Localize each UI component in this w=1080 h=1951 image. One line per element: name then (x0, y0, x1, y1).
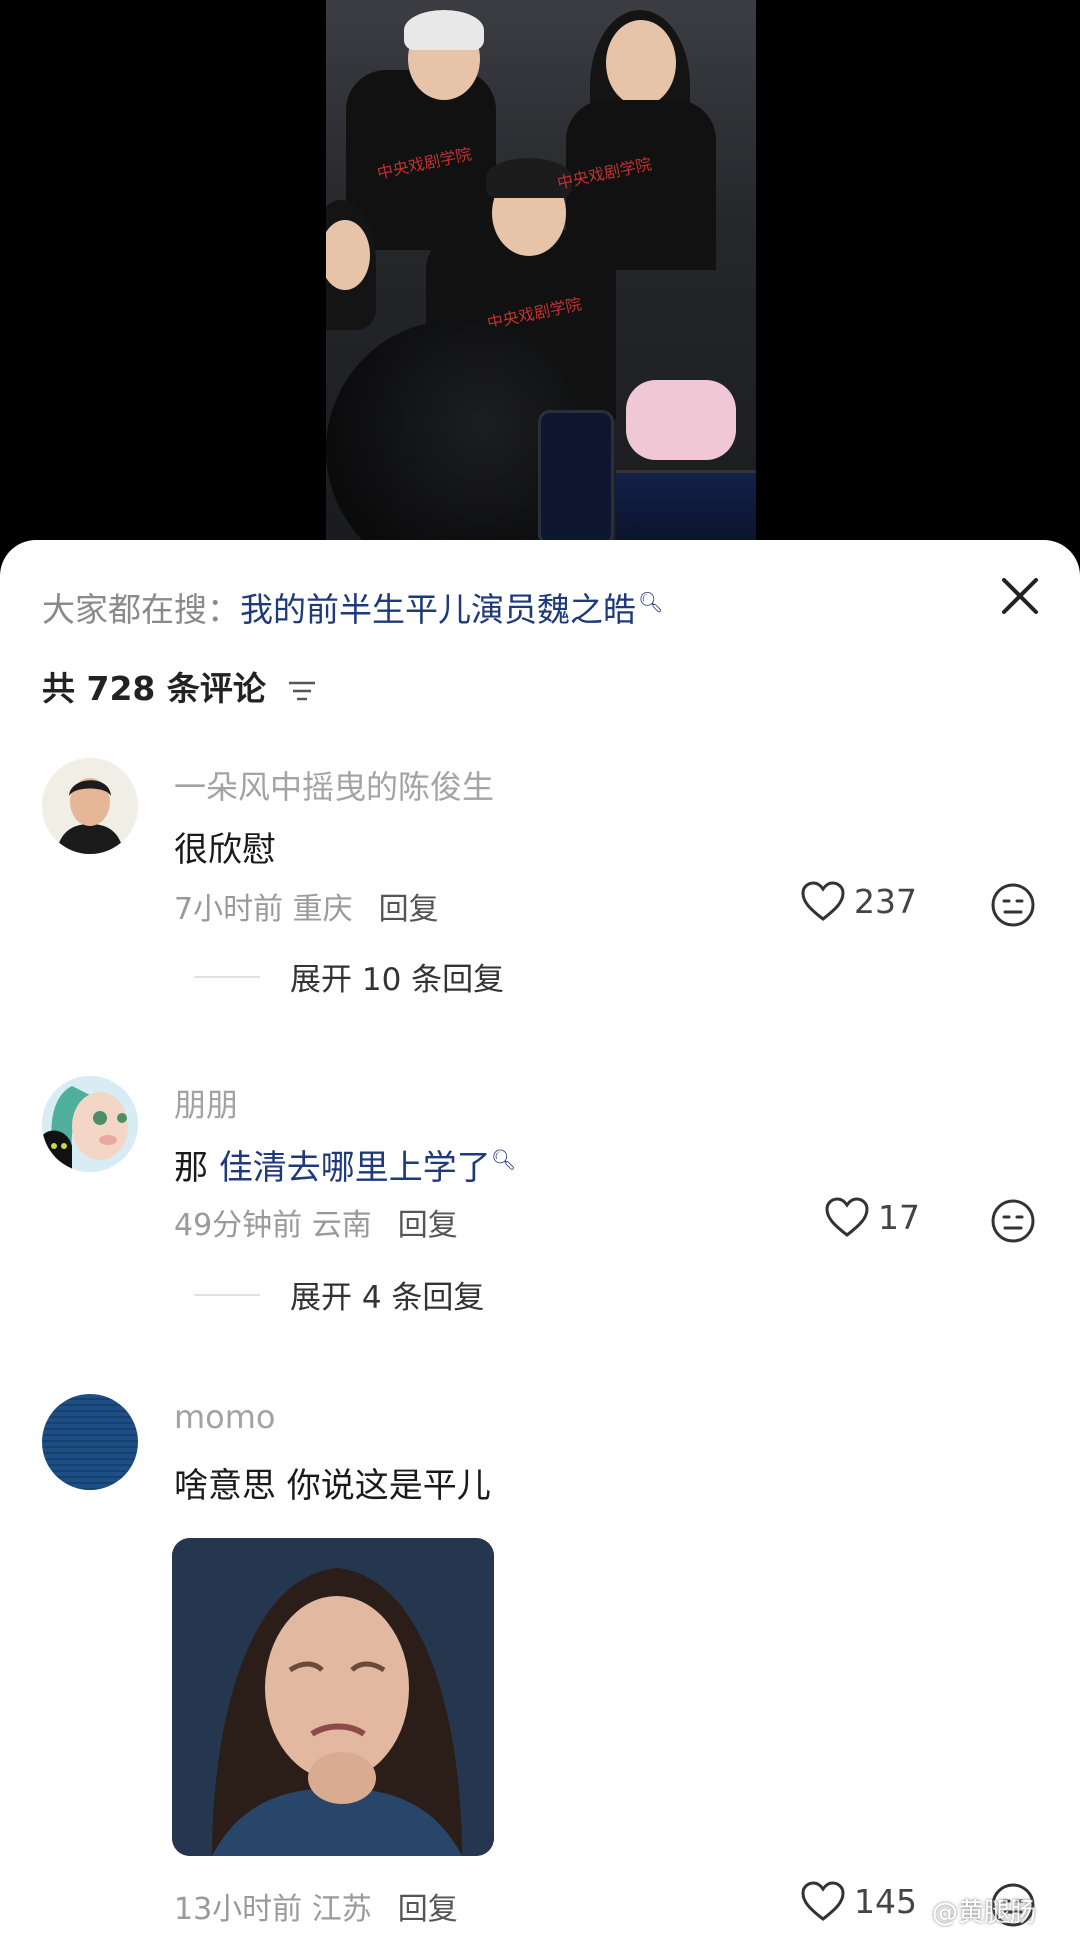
comment-username[interactable]: momo (174, 1398, 276, 1436)
like-count: 17 (878, 1197, 920, 1237)
like-button[interactable]: 17 (824, 1196, 920, 1238)
expand-replies[interactable]: 展开 4 条回复 (194, 1272, 484, 1317)
comment-meta: 13小时前 江苏 回复 (174, 1884, 458, 1928)
reply-button[interactable]: 回复 (398, 1892, 458, 1927)
heart-icon (801, 1881, 845, 1921)
expand-replies-label[interactable]: 展开 10 条回复 (290, 954, 504, 999)
pink-figure (626, 380, 736, 460)
hot-search-bar[interactable]: 大家都在搜：我的前半生平儿演员魏之皓 🔍︎ (42, 580, 663, 632)
avatar[interactable] (42, 758, 138, 854)
expand-replies[interactable]: 展开 10 条回复 (194, 954, 504, 999)
avatar[interactable] (42, 1394, 138, 1490)
comment-text: 啥意思 你说这是平儿 (174, 1466, 491, 1506)
dislike-icon[interactable] (990, 1198, 1036, 1244)
comment-image[interactable] (172, 1538, 494, 1856)
comment-meta: 7小时前 重庆 回复 (174, 884, 439, 928)
comment-time-location: 13小时前 江苏 (174, 1892, 372, 1927)
comment-text-prefix: 那 (174, 1148, 219, 1188)
comment-search-link[interactable]: 佳清去哪里上学了 (219, 1148, 491, 1188)
like-count: 237 (854, 881, 917, 921)
comment-text: 那 佳清去哪里上学了🔍︎ (174, 1140, 516, 1189)
comment-text: 很欣慰 (174, 830, 276, 870)
heart-icon (825, 1197, 869, 1237)
avatar[interactable] (42, 1076, 138, 1172)
comment-time-location: 49分钟前 云南 (174, 1208, 372, 1243)
comment-username[interactable]: 朋朋 (174, 1080, 238, 1126)
like-count: 145 (854, 1881, 917, 1921)
heart-icon (801, 881, 845, 921)
comment-username[interactable]: 一朵风中摇曳的陈俊生 (174, 762, 494, 808)
expand-divider (194, 975, 260, 978)
hot-search-query[interactable]: 我的前半生平儿演员魏之皓 (240, 590, 636, 629)
comment-count: 共 728 条评论 (42, 662, 317, 710)
expand-divider (194, 1293, 260, 1296)
video-frame[interactable]: 中央戏剧学院 中央戏剧学院 中央戏剧学院 (326, 0, 756, 560)
hot-search-label: 大家都在搜： (42, 590, 240, 629)
audience-phone (538, 410, 614, 546)
video-player[interactable]: 中央戏剧学院 中央戏剧学院 中央戏剧学院 (0, 0, 1080, 560)
dislike-icon[interactable] (990, 882, 1036, 928)
search-icon: 🔍︎ (638, 590, 664, 614)
watermark: @黄腿肠 (932, 1898, 1037, 1928)
expand-replies-label[interactable]: 展开 4 条回复 (290, 1272, 484, 1317)
comment-sheet: 大家都在搜：我的前半生平儿演员魏之皓 🔍︎ 共 728 条评论 一朵风中摇曳的陈俊… (0, 540, 1080, 1951)
like-button[interactable]: 145 (800, 1880, 917, 1922)
comment-time-location: 7小时前 重庆 (174, 892, 353, 927)
like-button[interactable]: 237 (800, 880, 917, 922)
comment-meta: 49分钟前 云南 回复 (174, 1200, 458, 1244)
close-icon[interactable] (994, 570, 1046, 622)
comment-count-text: 共 728 条评论 (42, 669, 266, 708)
search-icon: 🔍︎ (490, 1147, 517, 1172)
reply-button[interactable]: 回复 (398, 1208, 458, 1243)
reply-button[interactable]: 回复 (379, 892, 439, 927)
sort-icon[interactable] (287, 679, 317, 703)
